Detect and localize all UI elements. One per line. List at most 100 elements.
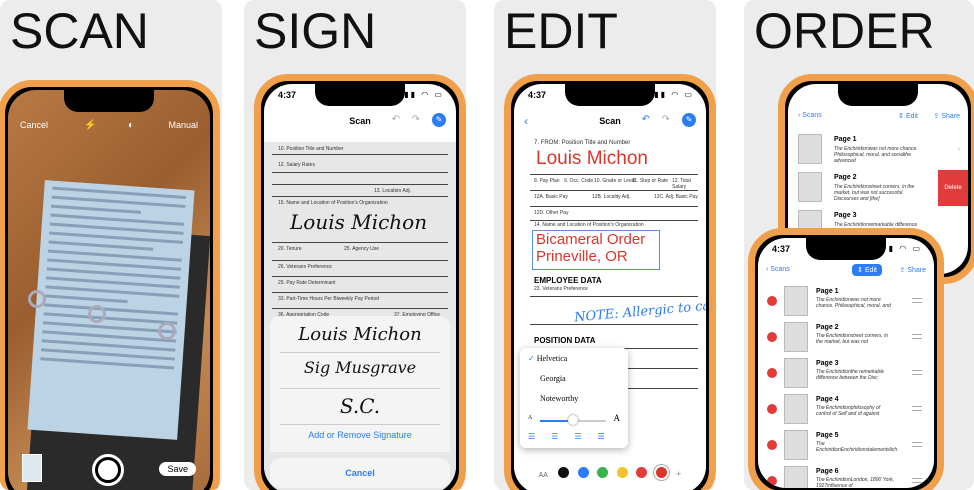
align-options[interactable]: ☰☰☰☰ — [528, 432, 621, 441]
color-swatch-yellow[interactable] — [616, 467, 628, 479]
thumbnail-preview[interactable] — [22, 454, 42, 482]
doc-label: 13. Location Adj. — [374, 188, 411, 194]
page-description: The EnchiridionEnchiridionstalementslich… — [816, 441, 899, 453]
delete-icon[interactable] — [767, 296, 777, 306]
panel-sign: SIGN 4:37 ▮▮ ◠ ▭ Scan ↶ ↷ ✎ 10. Position… — [244, 0, 466, 490]
back-button[interactable]: ‹ Scans — [766, 266, 790, 273]
list-item[interactable]: Page 4 The Enchiridionphilosophy of cont… — [758, 392, 934, 428]
delete-icon[interactable] — [767, 440, 777, 450]
page-title: Page 3 — [834, 212, 857, 219]
doc-label: 14. Name and Location of Position's Orga… — [534, 222, 644, 228]
delete-icon[interactable] — [767, 476, 777, 486]
list-item[interactable]: Page 1 The Enchiridionwas not more chanc… — [758, 284, 934, 320]
page-description: The Enchiridionwas not more chance. Phil… — [816, 297, 891, 309]
page-description: The EnchiridionLondon, 1890 York, 1927in… — [816, 477, 895, 488]
page-thumbnail — [784, 394, 808, 424]
page-title: Page 5 — [816, 432, 839, 439]
binder-ring — [88, 305, 106, 323]
employee-data-heading: EMPLOYEE DATA — [534, 276, 602, 285]
delete-icon[interactable] — [767, 368, 777, 378]
color-swatch-black[interactable] — [558, 467, 570, 479]
markup-icon[interactable]: ✎ — [682, 113, 696, 127]
page-title: Page 6 — [816, 468, 839, 475]
doc-label: 33. Part-Time Hours Per Biweekly Pay Per… — [278, 296, 379, 302]
phone-scan: Cancel ⚡ ◐ Manual Save — [0, 80, 220, 490]
add-color-icon[interactable]: + — [676, 469, 681, 479]
doc-label: 12A. Basic Pay — [534, 194, 568, 200]
delete-action-button[interactable]: Delete — [938, 170, 968, 206]
font-option[interactable]: Georgia — [540, 374, 566, 383]
edit-button-active[interactable]: ⇕ Edit — [852, 264, 882, 276]
redo-icon[interactable]: ↷ — [412, 114, 420, 125]
font-option[interactable]: Noteworthy — [540, 394, 578, 403]
nav-title: Scan — [599, 116, 621, 126]
share-button[interactable]: ⇪ Share — [900, 266, 927, 274]
filter-icon[interactable]: ◐ — [128, 120, 134, 131]
signature-option[interactable]: S.C. — [270, 394, 450, 418]
cancel-button[interactable]: Cancel — [270, 458, 450, 488]
signature-option[interactable]: Sig Musgrave — [270, 358, 450, 377]
page-thumbnail — [784, 358, 808, 388]
name-text[interactable]: Louis Michon — [536, 148, 648, 170]
font-option-selected[interactable]: ✓ Helvetica — [528, 354, 567, 363]
reorder-handle-icon[interactable] — [912, 370, 922, 375]
doc-label: 12B. Locality Adj. — [592, 194, 631, 200]
redo-icon[interactable]: ↷ — [662, 114, 670, 125]
doc-label: 12. Total Salary — [672, 178, 691, 190]
status-time: 4:37 — [278, 90, 297, 100]
doc-label: 20. Tenure — [278, 246, 302, 252]
doc-label: 25. Agency Use — [344, 246, 380, 252]
back-button[interactable]: ‹ Scans — [798, 112, 822, 119]
page-title: Page 4 — [816, 396, 839, 403]
reorder-handle-icon[interactable] — [912, 334, 922, 339]
page-title: Page 1 — [816, 288, 839, 295]
delete-icon[interactable] — [767, 404, 777, 414]
cancel-button[interactable]: Cancel — [20, 120, 48, 130]
phone-order-front: 4:37 ▮ ◠ ▭ ‹ Scans ⇕ Edit ⇪ Share Page 1… — [748, 228, 944, 490]
undo-icon[interactable]: ↶ — [642, 114, 650, 125]
color-swatch-selected[interactable] — [655, 467, 667, 479]
list-item[interactable]: Page 6 The EnchiridionLondon, 1890 York,… — [758, 464, 934, 488]
doc-label: 9. Occ. Code — [564, 178, 594, 184]
reorder-handle-icon[interactable] — [912, 406, 922, 411]
doc-label: 10. Position Title and Number — [278, 146, 344, 152]
reorder-handle-icon[interactable] — [912, 478, 922, 483]
page-description: The Enchiridionphilosophy of control of … — [816, 405, 881, 417]
color-swatch-red[interactable] — [636, 467, 648, 479]
manual-button[interactable]: Manual — [168, 120, 198, 130]
note-annotation[interactable]: NOTE: Allergic to cats — [574, 298, 706, 326]
add-remove-signature-button[interactable]: Add or Remove Signature — [270, 430, 450, 440]
headline-edit: EDIT — [504, 3, 618, 59]
list-item[interactable]: Page 5 The EnchiridionEnchiridionstaleme… — [758, 428, 934, 464]
font-size-slider[interactable]: A A — [528, 413, 620, 425]
color-swatch-blue[interactable] — [577, 467, 589, 479]
status-icons: ▮▮ ◠ ▭ — [404, 90, 444, 99]
save-button[interactable]: Save — [159, 462, 196, 476]
reorder-handle-icon[interactable] — [912, 298, 922, 303]
signature-option[interactable]: Louis Michon — [270, 324, 450, 345]
list-item[interactable]: Page 2 The Enchiridionstreet corners, in… — [788, 170, 968, 206]
markup-icon[interactable]: ✎ — [432, 113, 446, 127]
org-line-1: Bicameral Order — [536, 231, 646, 248]
status-time: 4:37 — [528, 90, 547, 100]
list-item[interactable]: Page 1 The Enchiridionwas not more chanc… — [788, 132, 968, 168]
page-thumbnail — [798, 172, 822, 202]
color-swatch-green[interactable] — [597, 467, 609, 479]
text-style-icon[interactable]: AA — [539, 472, 548, 479]
undo-icon[interactable]: ↶ — [392, 114, 400, 125]
checkmark-icon: ✓ — [528, 354, 535, 363]
document-signature: Louis Michon — [290, 210, 428, 234]
list-item[interactable]: Page 2 The Enchiridionstreet corners, in… — [758, 320, 934, 356]
page-description: The Enchiridionstreet corners, in the ma… — [816, 333, 888, 345]
delete-icon[interactable] — [767, 332, 777, 342]
org-text-box[interactable]: Bicameral Order Prineville, OR — [532, 230, 660, 270]
flash-icon[interactable]: ⚡ — [84, 120, 96, 131]
binder-ring — [158, 322, 176, 340]
share-button[interactable]: ⇪ Share — [934, 112, 961, 120]
color-toolbar: AA + — [514, 464, 706, 484]
status-icons: ▮▮ ◠ ▭ — [654, 90, 694, 99]
list-item[interactable]: Page 3 The Enchiridionthe remarkable dif… — [758, 356, 934, 392]
reorder-handle-icon[interactable] — [912, 442, 922, 447]
edit-button[interactable]: ⇕ Edit — [898, 112, 918, 120]
shutter-button[interactable] — [92, 454, 124, 486]
